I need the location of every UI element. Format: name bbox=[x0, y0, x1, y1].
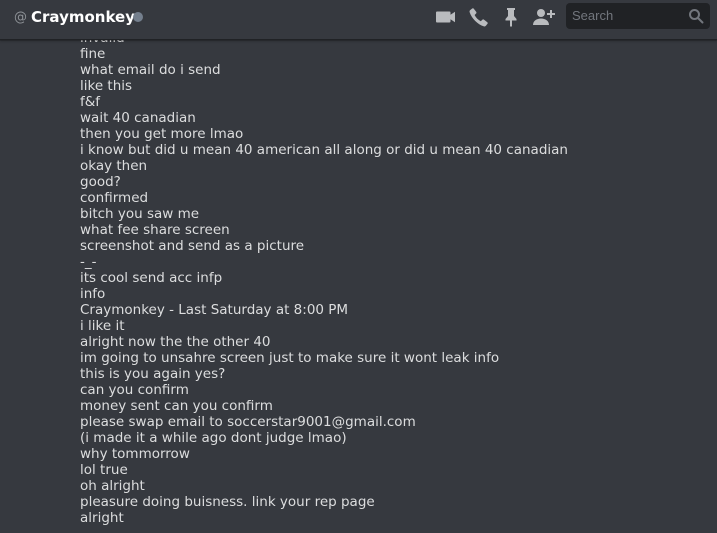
message-line: its cool send acc infp bbox=[80, 270, 223, 286]
message-line: okay then bbox=[80, 158, 148, 174]
message-line: what email do i send bbox=[80, 62, 221, 78]
message-list[interactable]: invalidfinewhat email do i sendlike this… bbox=[0, 40, 717, 533]
message-line: good? bbox=[80, 174, 121, 190]
message-line: i know but did u mean 40 american all al… bbox=[80, 142, 568, 158]
message-line: then you get more lmao bbox=[80, 126, 244, 142]
video-call-icon[interactable] bbox=[434, 5, 458, 29]
message-line: this is you again yes? bbox=[80, 366, 226, 382]
message-line: why tommorrow bbox=[80, 446, 190, 462]
channel-header: @ Craymonkey Search bbox=[0, 0, 717, 40]
search-bar[interactable]: Search bbox=[566, 3, 710, 29]
search-input[interactable]: Search bbox=[572, 7, 613, 25]
message-line: info bbox=[80, 286, 106, 302]
message-line: Craymonkey - Last Saturday at 8:00 PM bbox=[80, 302, 349, 318]
message-line: oh alright bbox=[80, 478, 145, 494]
message-line: money sent can you confirm bbox=[80, 398, 273, 414]
message-lines: invalidfinewhat email do i sendlike this… bbox=[80, 40, 568, 526]
message-line: like this bbox=[80, 78, 133, 94]
message-line: -_- bbox=[80, 254, 97, 270]
message-line: fine bbox=[80, 46, 106, 62]
message-line: pleasure doing buisness. link your rep p… bbox=[80, 494, 375, 510]
pinned-messages-icon[interactable] bbox=[499, 5, 523, 29]
message-line: bitch you saw me bbox=[80, 206, 200, 222]
message-line: (i made it a while ago dont judge lmao) bbox=[80, 430, 347, 446]
status-indicator bbox=[133, 12, 143, 22]
message-line: screenshot and send as a picture bbox=[80, 238, 305, 254]
message-line: im going to unsahre screen just to make … bbox=[80, 350, 500, 366]
message-line: alright now the the other 40 bbox=[80, 334, 271, 350]
message-line: alright bbox=[80, 510, 124, 526]
message-line: i like it bbox=[80, 318, 125, 334]
message-line: please swap email to soccerstar9001@gmai… bbox=[80, 414, 416, 430]
message-line: what fee share screen bbox=[80, 222, 230, 238]
message-line: f&f bbox=[80, 94, 101, 110]
message-line: confirmed bbox=[80, 190, 149, 206]
voice-call-icon[interactable] bbox=[467, 5, 491, 29]
add-friend-icon[interactable] bbox=[531, 5, 555, 29]
message-line: wait 40 canadian bbox=[80, 110, 196, 126]
message-line: can you confirm bbox=[80, 382, 189, 398]
dm-at-icon: @ bbox=[14, 10, 27, 25]
message-line: lol true bbox=[80, 462, 128, 478]
channel-title[interactable]: Craymonkey bbox=[31, 6, 135, 28]
search-icon bbox=[688, 8, 704, 24]
